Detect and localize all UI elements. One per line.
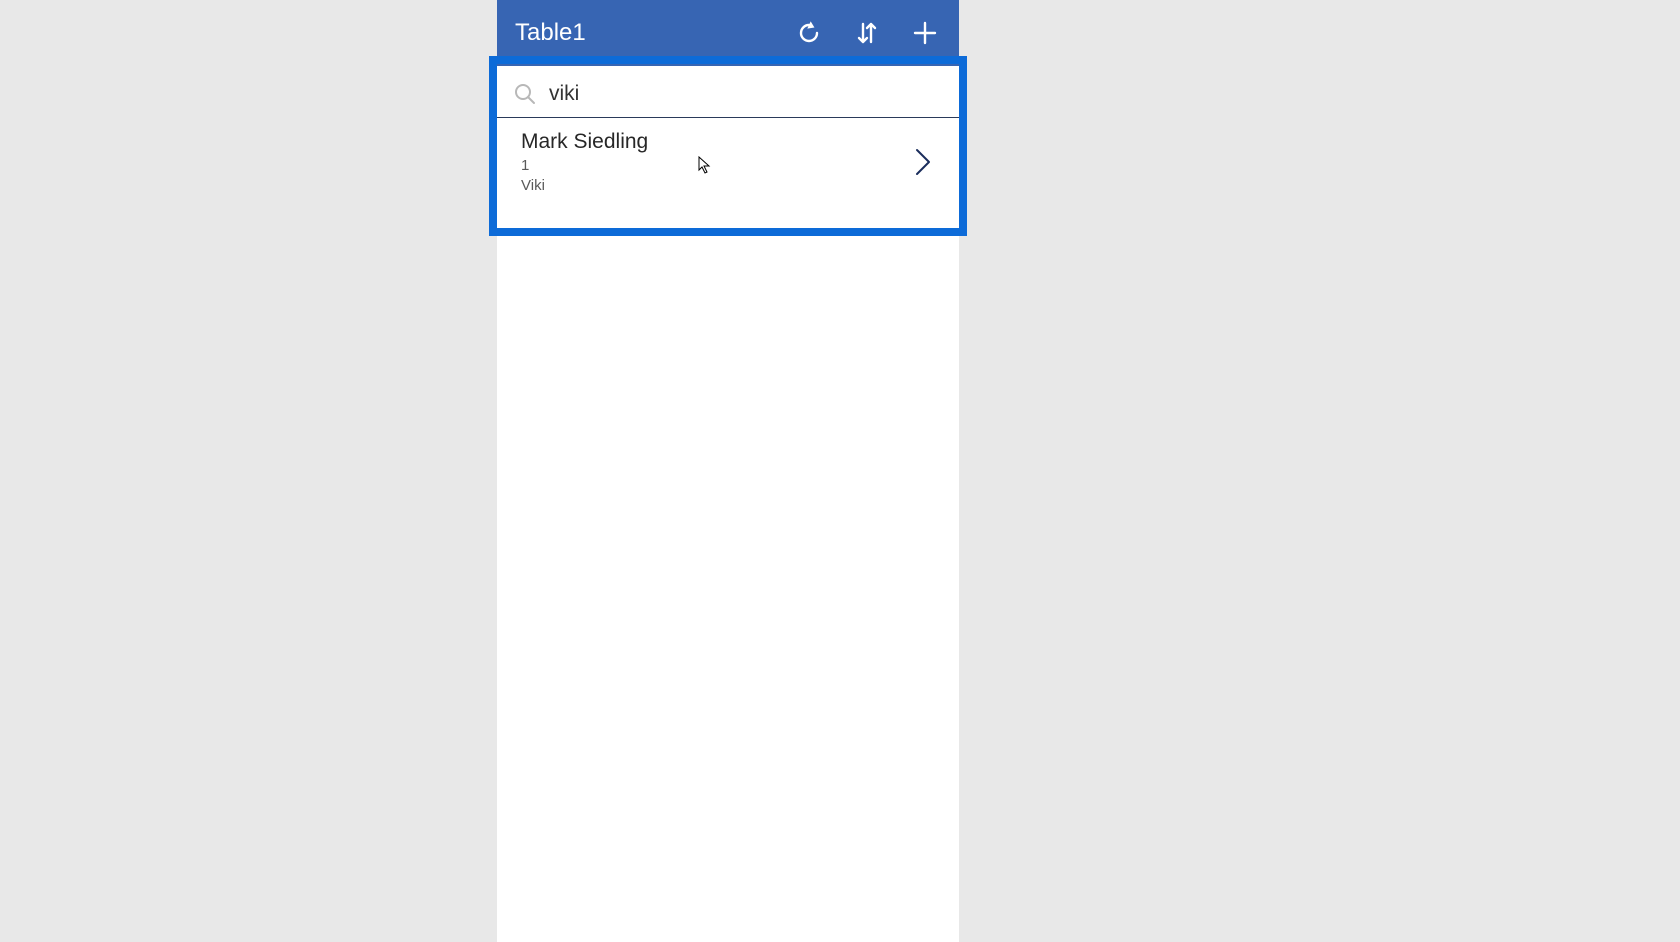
- list-item-content: Mark Siedling 1 Viki: [521, 130, 909, 194]
- chevron-right-icon[interactable]: [909, 148, 937, 176]
- header-title: Table1: [515, 19, 793, 47]
- list-item-title: Mark Siedling: [521, 130, 909, 154]
- header-bar: Table1: [497, 0, 959, 66]
- add-icon[interactable]: [909, 17, 941, 49]
- search-icon: [511, 80, 539, 108]
- search-input[interactable]: [549, 82, 945, 106]
- list-item-line3: Viki: [521, 177, 909, 194]
- search-row: [497, 70, 959, 118]
- list-item[interactable]: Mark Siedling 1 Viki: [497, 118, 959, 214]
- sort-icon[interactable]: [851, 17, 883, 49]
- header-actions: [793, 17, 947, 49]
- refresh-icon[interactable]: [793, 17, 825, 49]
- list-item-line2: 1: [521, 157, 909, 174]
- app-screen: Table1: [497, 0, 959, 942]
